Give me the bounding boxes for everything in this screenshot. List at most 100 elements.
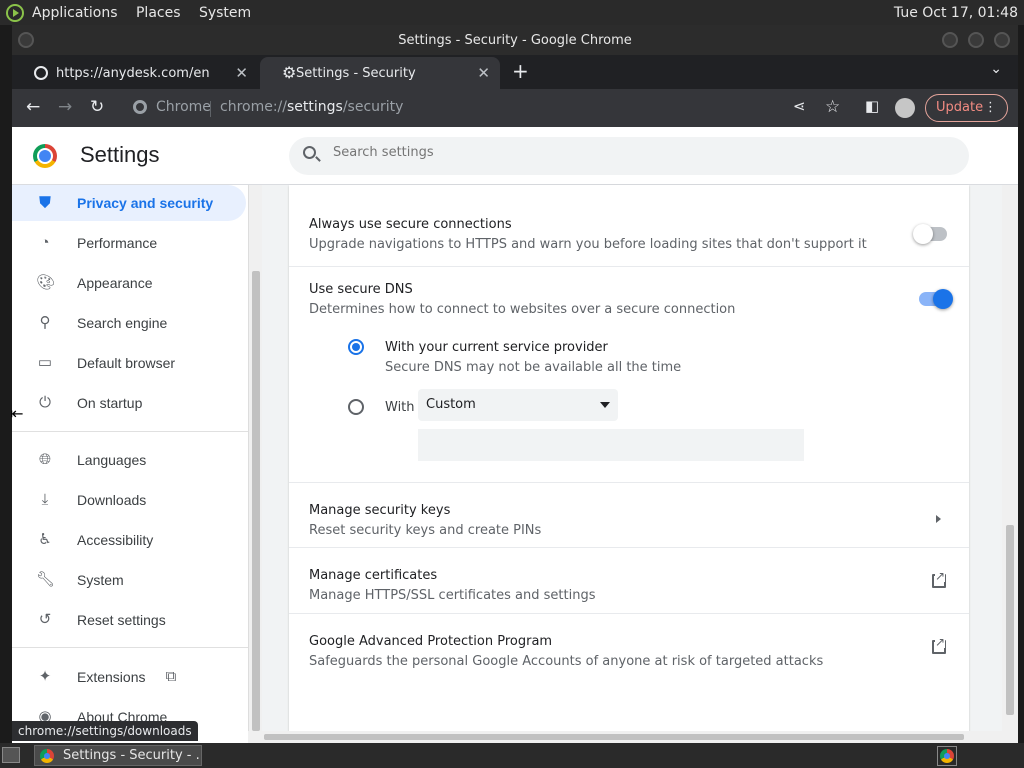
external-link-icon — [932, 570, 946, 588]
certificates-description: Manage HTTPS/SSL certificates and settin… — [309, 588, 596, 603]
https-setting-title: Always use secure connections — [309, 217, 512, 232]
security-settings-card: Always use secure connections Upgrade na… — [289, 185, 969, 731]
taskbar-chrome-window[interactable]: Settings - Security - ... — [34, 745, 202, 766]
sidebar-divider — [12, 647, 248, 648]
panel-clock[interactable]: Tue Oct 17, 01:48 — [894, 5, 1018, 21]
sidebar-item-downloads[interactable]: ⤓ Downloads — [12, 482, 246, 518]
scrollbar-thumb[interactable] — [252, 271, 260, 731]
globe-icon: 🌐︎ — [38, 451, 51, 468]
arrow-right-icon — [936, 515, 941, 523]
speedometer-icon: ◔ — [40, 234, 50, 251]
minimize-button[interactable] — [942, 32, 958, 48]
chrome-icon — [40, 749, 54, 763]
search-settings-box[interactable] — [289, 137, 969, 175]
tab-strip: https://anydesk.com/en ✕ ⚙ Settings - Se… — [12, 55, 1018, 89]
dns-custom-label[interactable]: With — [385, 400, 415, 415]
scrollbar-thumb[interactable] — [264, 734, 964, 740]
https-toggle[interactable] — [913, 224, 947, 244]
browser-window-icon: ▭ — [37, 354, 53, 371]
window-menu-button[interactable] — [18, 32, 34, 48]
power-icon: ⏻ — [39, 394, 51, 411]
security-keys-description: Reset security keys and create PINs — [309, 523, 542, 538]
close-window-button[interactable] — [994, 32, 1010, 48]
link-status-bubble: chrome://settings/downloads — [12, 721, 198, 741]
search-input[interactable] — [333, 145, 933, 160]
tab-label: Settings - Security — [296, 65, 416, 81]
distro-menu-icon[interactable] — [6, 3, 24, 22]
sidebar-scrollbar[interactable] — [248, 185, 262, 743]
external-link-icon — [932, 636, 946, 654]
dns-provider-label[interactable]: With your current service provider — [385, 340, 608, 355]
chrome-icon — [133, 100, 147, 114]
omnibox-chip: Chrome — [156, 99, 211, 115]
sidebar-item-system[interactable]: 🔧︎ System — [12, 562, 246, 598]
content-scrollbar[interactable] — [1002, 185, 1018, 743]
sidebar-item-privacy[interactable]: ⛊ Privacy and security — [12, 185, 246, 221]
kebab-menu-icon[interactable]: ⋮ — [984, 95, 997, 121]
row-divider — [289, 613, 969, 614]
security-keys-title: Manage security keys — [309, 503, 451, 518]
profile-avatar-icon[interactable] — [895, 98, 915, 118]
browser-window: Settings - Security - Google Chrome http… — [12, 25, 1018, 743]
sidebar-item-languages[interactable]: 🌐︎ Languages — [12, 442, 246, 478]
secure-dns-title: Use secure DNS — [309, 282, 413, 297]
maximize-button[interactable] — [968, 32, 984, 48]
address-bar[interactable]: Chrome chrome://settings/security — [128, 93, 908, 123]
wrench-icon: 🔧︎ — [36, 571, 56, 588]
advanced-protection-description: Safeguards the personal Google Accounts … — [309, 654, 824, 669]
new-tab-icon[interactable]: + — [512, 59, 529, 83]
settings-header: Settings — [12, 127, 1018, 185]
puzzle-icon: ✦ — [38, 668, 52, 685]
search-icon: ⚲ — [39, 314, 51, 331]
secure-dns-toggle[interactable] — [919, 289, 953, 309]
desktop-top-panel: Applications Places System Tue Oct 17, 0… — [0, 0, 1024, 25]
close-tab-icon[interactable]: ✕ — [235, 64, 248, 82]
history-icon: ↺ — [38, 611, 52, 628]
advanced-protection-title: Google Advanced Protection Program — [309, 634, 553, 649]
url-text[interactable]: chrome://settings/security — [220, 99, 403, 115]
tab-settings-security[interactable]: ⚙ Settings - Security ✕ — [260, 57, 500, 89]
sidebar-item-on-startup[interactable]: ⏻ On startup — [12, 385, 246, 421]
row-divider — [289, 547, 969, 548]
custom-dns-input[interactable] — [418, 429, 804, 461]
sidebar-item-appearance[interactable]: 🎨︎ Appearance — [12, 265, 246, 301]
dns-custom-radio[interactable] — [348, 399, 364, 415]
sidebar-divider — [12, 431, 248, 432]
menu-system[interactable]: System — [199, 5, 251, 21]
back-arrow-icon[interactable]: ← — [26, 97, 40, 117]
search-icon — [303, 146, 316, 159]
forward-arrow-icon[interactable]: → — [58, 97, 72, 117]
chrome-logo-icon — [33, 144, 57, 168]
tab-search-chevron-icon[interactable]: ⌄ — [990, 61, 1002, 77]
update-button[interactable]: Update ⋮ — [925, 94, 1008, 122]
dns-provider-select[interactable]: Custom — [418, 389, 618, 421]
scrollbar-thumb[interactable] — [1006, 525, 1014, 715]
window-titlebar[interactable]: Settings - Security - Google Chrome — [12, 25, 1018, 55]
external-link-icon: ⧉ — [165, 668, 177, 685]
tray-chrome-icon[interactable] — [937, 746, 957, 766]
show-desktop-icon[interactable] — [2, 747, 20, 763]
menu-places[interactable]: Places — [136, 5, 181, 21]
row-divider — [289, 266, 969, 267]
close-tab-icon[interactable]: ✕ — [477, 64, 490, 82]
certificates-title: Manage certificates — [309, 568, 438, 583]
sidebar-item-performance[interactable]: ◔ Performance — [12, 225, 246, 261]
secure-dns-description: Determines how to connect to websites ov… — [309, 302, 736, 317]
browser-toolbar: ← → ↻ Chrome chrome://settings/security … — [12, 89, 1018, 127]
download-icon: ⤓ — [41, 491, 49, 508]
sidebar-item-default-browser[interactable]: ▭ Default browser — [12, 345, 246, 381]
sidebar-item-reset-settings[interactable]: ↺ Reset settings — [12, 602, 246, 638]
horizontal-scrollbar[interactable] — [248, 731, 1002, 743]
tab-label: https://anydesk.com/en — [56, 65, 210, 81]
reload-icon[interactable]: ↻ — [90, 97, 104, 117]
sidebar-item-search-engine[interactable]: ⚲ Search engine — [12, 305, 246, 341]
accessibility-icon: ♿︎ — [38, 531, 52, 548]
share-icon[interactable]: ⋖ — [793, 97, 806, 115]
tab-anydesk[interactable]: https://anydesk.com/en ✕ — [12, 57, 258, 89]
dns-provider-radio[interactable] — [348, 339, 364, 355]
sidebar-item-accessibility[interactable]: ♿︎ Accessibility — [12, 522, 246, 558]
side-panel-icon[interactable]: ◧ — [865, 97, 879, 115]
sidebar-item-extensions[interactable]: ✦ Extensions ⧉ — [12, 659, 246, 695]
menu-applications[interactable]: Applications — [32, 5, 118, 21]
bookmark-star-icon[interactable]: ☆ — [825, 97, 840, 117]
